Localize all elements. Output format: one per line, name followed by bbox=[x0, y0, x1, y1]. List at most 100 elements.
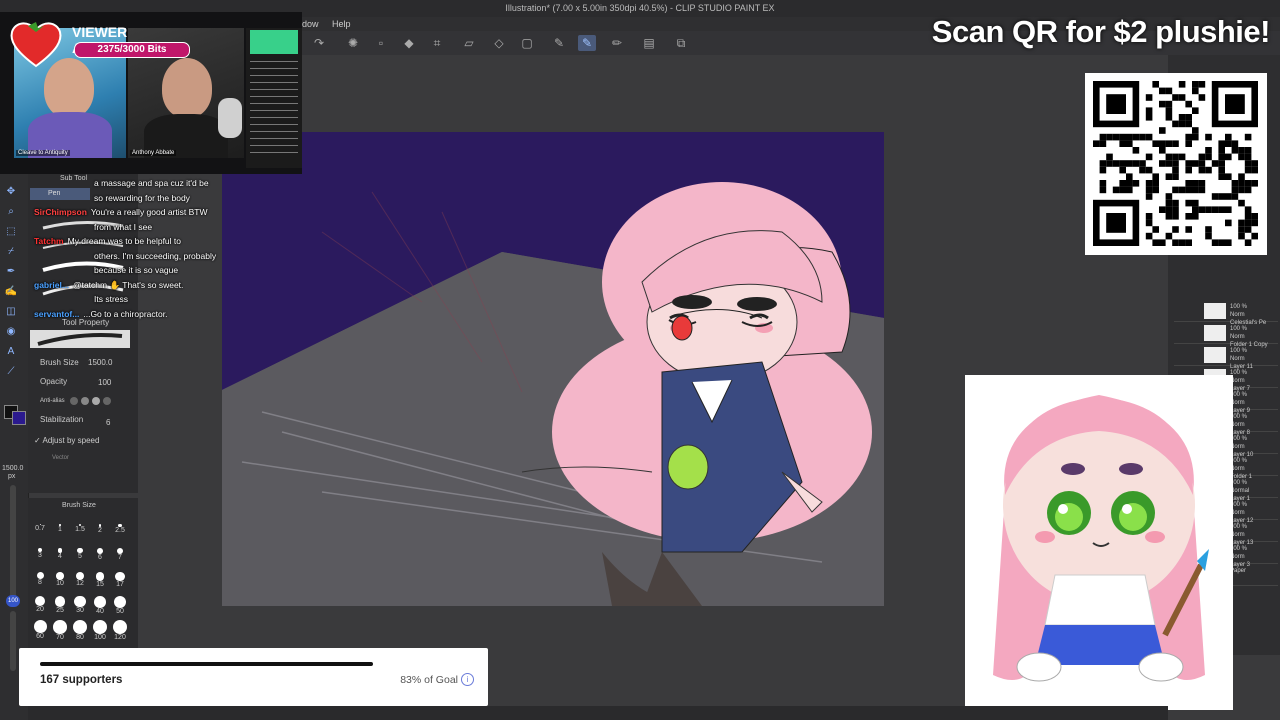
text-tool-icon[interactable]: A bbox=[4, 345, 18, 359]
brush-size-preset[interactable]: 8 bbox=[32, 572, 48, 586]
brush-size-preset[interactable]: 17 bbox=[112, 572, 128, 588]
layer-blend: Norm bbox=[1230, 444, 1245, 450]
goal-supporters: 167 supporters bbox=[40, 674, 123, 686]
select-icon[interactable]: ◇ bbox=[490, 35, 508, 51]
brush-size-preset[interactable]: 70 bbox=[52, 620, 68, 641]
layer-opacity: 100 % bbox=[1230, 436, 1248, 442]
brush-size-preset[interactable]: 4 bbox=[52, 548, 68, 560]
layer-name: Paper bbox=[1230, 568, 1247, 574]
brush-size-preset[interactable]: 2.5 bbox=[112, 524, 128, 534]
redo-icon[interactable]: ↷ bbox=[310, 35, 328, 51]
brush-size-preset[interactable]: 5 bbox=[72, 548, 88, 560]
eyedropper-icon[interactable]: ⌿ bbox=[4, 245, 18, 259]
brush-size-preset[interactable]: 15 bbox=[92, 572, 108, 588]
goal-progress-track bbox=[40, 662, 373, 666]
opacity-label: Opacity bbox=[40, 377, 68, 386]
brush-size-preset[interactable]: 7 bbox=[112, 548, 128, 561]
layer-row[interactable]: 100 % Norm Celestial's Pe bbox=[1174, 301, 1278, 326]
brush-size-preset[interactable]: 12 bbox=[72, 572, 88, 587]
brush-size-preset[interactable]: 1.5 bbox=[72, 524, 88, 533]
select-tool-icon[interactable]: ⬚ bbox=[4, 225, 18, 239]
mascot-illustration bbox=[993, 395, 1209, 682]
layer-opacity: 100 % bbox=[1230, 370, 1248, 376]
brush-size-preset[interactable]: 1 bbox=[52, 524, 68, 533]
layer-blend: Norm bbox=[1230, 334, 1245, 340]
pen-tool-side-icon[interactable]: ✒ bbox=[4, 265, 18, 279]
brush-size-preset-label: 50 bbox=[116, 608, 124, 616]
brush-size-value[interactable]: 1500.0 bbox=[88, 358, 112, 367]
layer-row[interactable]: 100 % Norm Layer 11 bbox=[1174, 345, 1278, 370]
brush-size-preset[interactable]: 50 bbox=[112, 596, 128, 615]
ruler-icon[interactable]: ⧉ bbox=[672, 35, 690, 51]
lasso-icon[interactable]: ▢ bbox=[518, 35, 536, 51]
opacity-value[interactable]: 100 bbox=[98, 378, 111, 387]
bits-progress-text: 2375/3000 Bits bbox=[97, 44, 167, 55]
layer-opacity: 100 % bbox=[1230, 348, 1248, 354]
sub-color-swatch[interactable] bbox=[12, 411, 26, 425]
brush-size-preset[interactable]: 30 bbox=[72, 596, 88, 614]
antialias-options[interactable] bbox=[70, 397, 126, 407]
move-tool-icon[interactable]: ✥ bbox=[4, 185, 18, 199]
transform-icon[interactable]: ▱ bbox=[460, 35, 478, 51]
chat-username: servantof... bbox=[34, 308, 80, 319]
brush-size-preset[interactable]: 80 bbox=[72, 620, 88, 641]
tomato-heart-icon bbox=[10, 22, 62, 68]
fill-tool-icon[interactable]: ◉ bbox=[4, 325, 18, 339]
brush-size-preset-label: 60 bbox=[36, 633, 44, 640]
eraser-icon[interactable]: ◫ bbox=[4, 305, 18, 319]
chat-text: Its stress bbox=[94, 294, 129, 304]
menu-help[interactable]: Help bbox=[332, 19, 351, 29]
brush-size-preset[interactable]: 6 bbox=[92, 548, 108, 561]
brush-size-preset-label: 15 bbox=[96, 580, 104, 588]
qr-code-pattern bbox=[1093, 81, 1258, 246]
chat-message: from what I see bbox=[94, 220, 152, 235]
opacity-slider[interactable] bbox=[10, 611, 16, 671]
adjust-speed-checkbox[interactable]: ✓ Adjust by speed bbox=[34, 436, 99, 445]
brush-size-preset[interactable]: 60 bbox=[32, 620, 48, 640]
brush-size-preset[interactable]: 3 bbox=[32, 548, 48, 559]
chat-message: gabriel... @tatchm ✋ That's so sweet. bbox=[34, 278, 183, 293]
brush-size-preset[interactable]: 20 bbox=[32, 596, 48, 613]
stabilization-value[interactable]: 6 bbox=[106, 418, 110, 427]
brush-size-preset[interactable]: 2 bbox=[92, 524, 108, 534]
chat-text: ...Go to a chiropractor. bbox=[83, 308, 168, 319]
size-slider[interactable] bbox=[10, 485, 16, 605]
mascot-plushie-image bbox=[965, 375, 1233, 710]
chat-message: because it is so vague bbox=[94, 263, 178, 278]
layer-thumbnail bbox=[1204, 325, 1226, 341]
brush-size-preset[interactable]: 100 bbox=[92, 620, 108, 641]
brush-size-preset[interactable]: 0.7 bbox=[32, 524, 48, 532]
fill-icon[interactable]: ◆ bbox=[400, 35, 418, 51]
brush-size-preset-label: 2.5 bbox=[115, 527, 125, 535]
layer-row[interactable]: 100 % Norm Folder 1 Copy bbox=[1174, 323, 1278, 348]
ruler-tool-icon[interactable]: ⟋ bbox=[4, 365, 18, 379]
pen-tool-icon[interactable]: ✎ bbox=[550, 35, 568, 51]
zoom-tool-icon[interactable]: ⌕ bbox=[4, 205, 18, 219]
drawing-canvas[interactable] bbox=[222, 132, 884, 606]
brush-tool-icon[interactable]: ✍ bbox=[4, 285, 18, 299]
brush-size-preset-label: 70 bbox=[56, 633, 64, 641]
pencil-icon[interactable]: ✏ bbox=[608, 35, 626, 51]
brush-size-preset-label: 25 bbox=[56, 606, 64, 614]
brush-size-preset[interactable]: 40 bbox=[92, 596, 108, 615]
menu-window[interactable]: dow bbox=[302, 19, 319, 29]
chat-message: others. I'm succeeding, probably bbox=[94, 249, 216, 264]
mini-chat-window bbox=[246, 28, 302, 168]
brush-size-preset[interactable]: 25 bbox=[52, 596, 68, 614]
clear-icon[interactable]: ▫ bbox=[372, 35, 390, 51]
brush-size-preset-label: 5 bbox=[78, 553, 82, 561]
info-icon[interactable]: i bbox=[461, 673, 474, 686]
pen-active-icon[interactable]: ✎ bbox=[578, 35, 596, 51]
layer-opacity: 100 % bbox=[1230, 326, 1248, 332]
brush-size-preset[interactable]: 120 bbox=[112, 620, 128, 641]
crop-icon[interactable]: ⌗ bbox=[428, 35, 446, 51]
layer-icon[interactable]: ▤ bbox=[640, 35, 658, 51]
status-bar bbox=[28, 706, 1168, 720]
brush-preview bbox=[30, 330, 130, 348]
qr-code[interactable] bbox=[1085, 73, 1267, 255]
chat-username: Tatchm bbox=[34, 236, 64, 246]
layer-opacity: 100 % bbox=[1230, 480, 1248, 486]
settings-icon[interactable]: ✺ bbox=[344, 35, 362, 51]
brush-size-preset[interactable]: 10 bbox=[52, 572, 68, 587]
layer-opacity: 100 % bbox=[1230, 304, 1248, 310]
